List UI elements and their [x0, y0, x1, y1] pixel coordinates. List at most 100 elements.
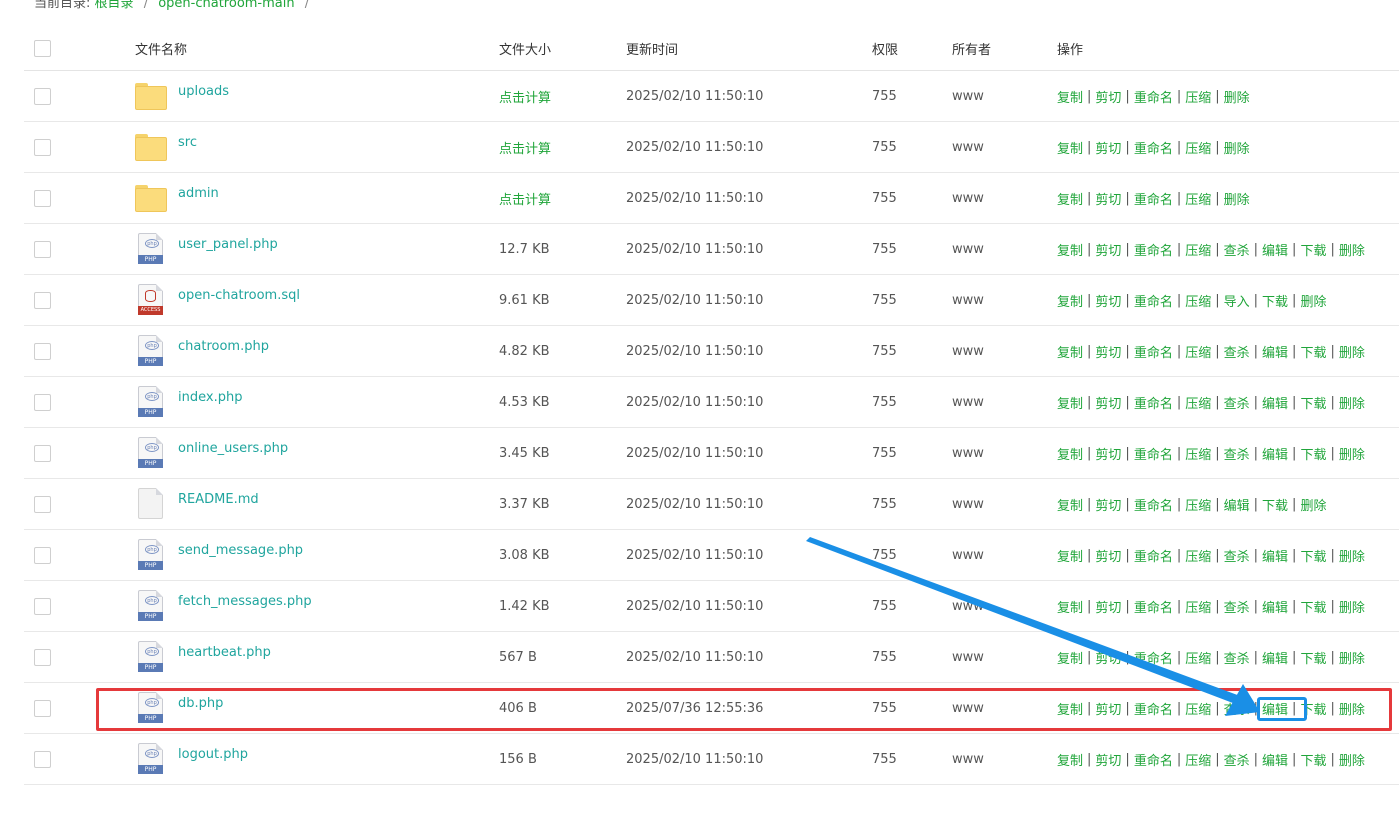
op-copy-link[interactable]: 复制 [1057, 240, 1083, 259]
file-permission[interactable]: 755 [872, 326, 942, 376]
op-import-link[interactable]: 导入 [1224, 291, 1250, 310]
file-permission[interactable]: 755 [872, 734, 942, 784]
op-copy-link[interactable]: 复制 [1057, 495, 1083, 514]
op-cut-link[interactable]: 剪切 [1095, 699, 1121, 718]
op-rename-link[interactable]: 重命名 [1134, 546, 1173, 565]
row-checkbox[interactable] [34, 291, 51, 309]
op-compress-link[interactable]: 压缩 [1185, 699, 1211, 718]
file-name-link[interactable]: send_message.php [178, 543, 303, 558]
op-compress-link[interactable]: 压缩 [1185, 393, 1211, 412]
op-edit-link[interactable]: 编辑 [1262, 699, 1288, 718]
op-delete-link[interactable]: 删除 [1224, 87, 1250, 106]
op-delete-link[interactable]: 删除 [1339, 597, 1365, 616]
file-name-link[interactable]: heartbeat.php [178, 645, 271, 660]
op-compress-link[interactable]: 压缩 [1185, 240, 1211, 259]
op-compress-link[interactable]: 压缩 [1185, 342, 1211, 361]
op-rename-link[interactable]: 重命名 [1134, 750, 1173, 769]
file-name-link[interactable]: README.md [178, 492, 259, 507]
file-owner[interactable]: www [952, 683, 1042, 733]
op-cut-link[interactable]: 剪切 [1095, 546, 1121, 565]
file-owner[interactable]: www [952, 173, 1042, 223]
op-cut-link[interactable]: 剪切 [1095, 240, 1121, 259]
file-name-link[interactable]: index.php [178, 390, 242, 405]
op-cut-link[interactable]: 剪切 [1095, 597, 1121, 616]
file-permission[interactable]: 755 [872, 71, 942, 121]
op-cut-link[interactable]: 剪切 [1095, 648, 1121, 667]
file-owner[interactable]: www [952, 581, 1042, 631]
file-owner[interactable]: www [952, 632, 1042, 682]
file-permission[interactable]: 755 [872, 173, 942, 223]
op-copy-link[interactable]: 复制 [1057, 546, 1083, 565]
row-checkbox[interactable] [34, 597, 51, 615]
file-name-link[interactable]: chatroom.php [178, 339, 269, 354]
table-row[interactable]: admin 点击计算 2025/02/10 11:50:10 755 www 复… [24, 173, 1399, 224]
table-row[interactable]: php PHP online_users.php 3.45 KB 2025/02/1… [24, 428, 1399, 479]
breadcrumb-root-link[interactable]: 根目录 [95, 0, 134, 11]
file-permission[interactable]: 755 [872, 275, 942, 325]
op-download-link[interactable]: 下载 [1300, 342, 1326, 361]
file-name-link[interactable]: open-chatroom.sql [178, 288, 300, 303]
select-all-checkbox[interactable] [34, 40, 51, 57]
op-scan-link[interactable]: 查杀 [1224, 597, 1250, 616]
op-cut-link[interactable]: 剪切 [1095, 291, 1121, 310]
op-download-link[interactable]: 下载 [1300, 240, 1326, 259]
op-copy-link[interactable]: 复制 [1057, 87, 1083, 106]
op-delete-link[interactable]: 删除 [1224, 189, 1250, 208]
op-compress-link[interactable]: 压缩 [1185, 138, 1211, 157]
op-scan-link[interactable]: 查杀 [1224, 393, 1250, 412]
table-row[interactable]: php PHP heartbeat.php 567 B 2025/02/10 11:… [24, 632, 1399, 683]
calculate-size-link[interactable]: 点击计算 [499, 138, 551, 157]
op-copy-link[interactable]: 复制 [1057, 189, 1083, 208]
op-delete-link[interactable]: 删除 [1339, 546, 1365, 565]
table-row[interactable]: ACCESS open-chatroom.sql 9.61 KB 2025/02/… [24, 275, 1399, 326]
op-download-link[interactable]: 下载 [1262, 495, 1288, 514]
table-row[interactable]: src 点击计算 2025/02/10 11:50:10 755 www 复制 |… [24, 122, 1399, 173]
op-delete-link[interactable]: 删除 [1339, 699, 1365, 718]
op-compress-link[interactable]: 压缩 [1185, 444, 1211, 463]
op-download-link[interactable]: 下载 [1300, 393, 1326, 412]
op-rename-link[interactable]: 重命名 [1134, 291, 1173, 310]
file-owner[interactable]: www [952, 122, 1042, 172]
table-row[interactable]: php PHP send_message.php 3.08 KB 2025/02/1… [24, 530, 1399, 581]
op-cut-link[interactable]: 剪切 [1095, 495, 1121, 514]
op-scan-link[interactable]: 查杀 [1224, 342, 1250, 361]
row-checkbox[interactable] [34, 495, 51, 513]
op-copy-link[interactable]: 复制 [1057, 444, 1083, 463]
file-name-link[interactable]: admin [178, 186, 219, 201]
file-owner[interactable]: www [952, 428, 1042, 478]
op-cut-link[interactable]: 剪切 [1095, 750, 1121, 769]
calculate-size-link[interactable]: 点击计算 [499, 87, 551, 106]
op-rename-link[interactable]: 重命名 [1134, 444, 1173, 463]
op-rename-link[interactable]: 重命名 [1134, 495, 1173, 514]
file-permission[interactable]: 755 [872, 428, 942, 478]
op-download-link[interactable]: 下载 [1300, 750, 1326, 769]
op-rename-link[interactable]: 重命名 [1134, 342, 1173, 361]
file-owner[interactable]: www [952, 326, 1042, 376]
op-rename-link[interactable]: 重命名 [1134, 87, 1173, 106]
file-owner[interactable]: www [952, 530, 1042, 580]
row-checkbox[interactable] [34, 444, 51, 462]
op-rename-link[interactable]: 重命名 [1134, 597, 1173, 616]
row-checkbox[interactable] [34, 87, 51, 105]
op-copy-link[interactable]: 复制 [1057, 699, 1083, 718]
op-rename-link[interactable]: 重命名 [1134, 189, 1173, 208]
row-checkbox[interactable] [34, 138, 51, 156]
op-rename-link[interactable]: 重命名 [1134, 699, 1173, 718]
file-name-link[interactable]: user_panel.php [178, 237, 278, 252]
op-cut-link[interactable]: 剪切 [1095, 189, 1121, 208]
op-download-link[interactable]: 下载 [1300, 597, 1326, 616]
row-checkbox[interactable] [34, 750, 51, 768]
row-checkbox[interactable] [34, 393, 51, 411]
op-scan-link[interactable]: 查杀 [1224, 546, 1250, 565]
file-name-link[interactable]: logout.php [178, 747, 248, 762]
op-edit-link[interactable]: 编辑 [1262, 546, 1288, 565]
op-cut-link[interactable]: 剪切 [1095, 342, 1121, 361]
column-header-size[interactable]: 文件大小 [499, 27, 619, 70]
op-scan-link[interactable]: 查杀 [1224, 699, 1250, 718]
table-row[interactable]: php PHP chatroom.php 4.82 KB 2025/02/10 11… [24, 326, 1399, 377]
file-owner[interactable]: www [952, 479, 1042, 529]
op-compress-link[interactable]: 压缩 [1185, 87, 1211, 106]
op-download-link[interactable]: 下载 [1300, 648, 1326, 667]
op-copy-link[interactable]: 复制 [1057, 342, 1083, 361]
op-delete-link[interactable]: 删除 [1339, 648, 1365, 667]
